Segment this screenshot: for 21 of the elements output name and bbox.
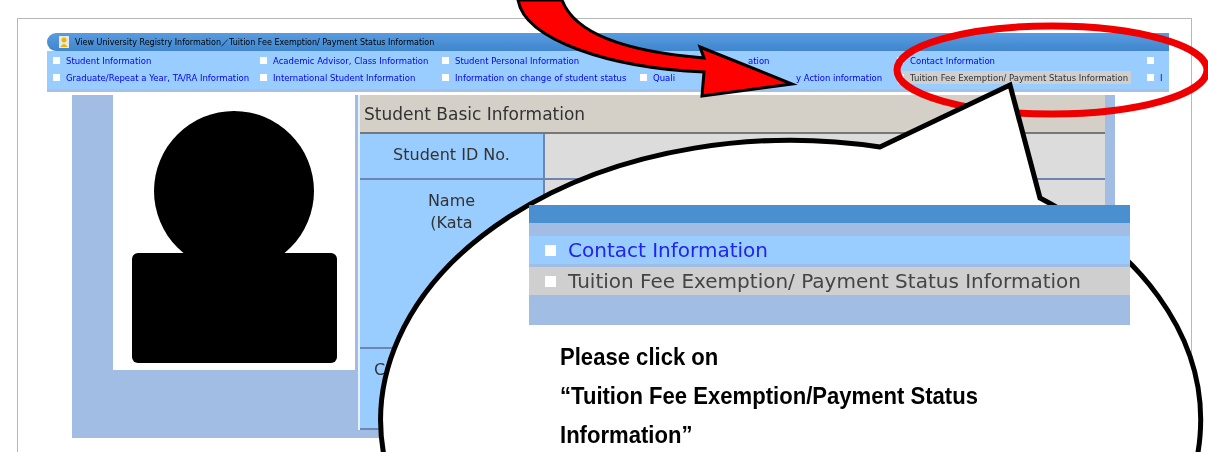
nav-link[interactable]: Graduate/Repeat a Year, TA/RA Information (53, 71, 253, 84)
instruction-text: “Tuition Fee Exemption/Payment Status (560, 382, 978, 409)
nav-link[interactable]: Quali (640, 71, 678, 84)
instruction-text: Please click on (560, 343, 720, 370)
nav-link[interactable]: Student Personal Information (442, 54, 583, 67)
nav-link[interactable]: Academic Advisor, Class Information (260, 54, 432, 67)
user-icon (59, 36, 69, 48)
nav-link[interactable]: Contact Information (529, 236, 1130, 264)
nav-link[interactable]: I (1147, 71, 1166, 84)
nav-link[interactable]: Information on change of student status (442, 71, 630, 84)
nav-link[interactable]: Student Information (53, 54, 155, 67)
nav-link[interactable]: y Action information (796, 71, 886, 84)
nav-link[interactable]: Tuition Fee Exemption/ Payment Status Information (529, 267, 1130, 295)
nav-link[interactable]: ation (748, 54, 773, 67)
field-label: Student ID No. (360, 134, 545, 178)
instruction-text: Information” (560, 421, 694, 448)
page-title: View University Registry Information／Tuition Fee Exemption/ Payment Status Information (75, 36, 435, 48)
nav-link[interactable]: Tuition Fee Exemption/ Payment Status Information (897, 71, 1132, 84)
nav-link[interactable]: International Student Information (260, 71, 419, 84)
checkbox[interactable] (1147, 57, 1154, 64)
nav-link[interactable]: Contact Information (897, 54, 998, 67)
